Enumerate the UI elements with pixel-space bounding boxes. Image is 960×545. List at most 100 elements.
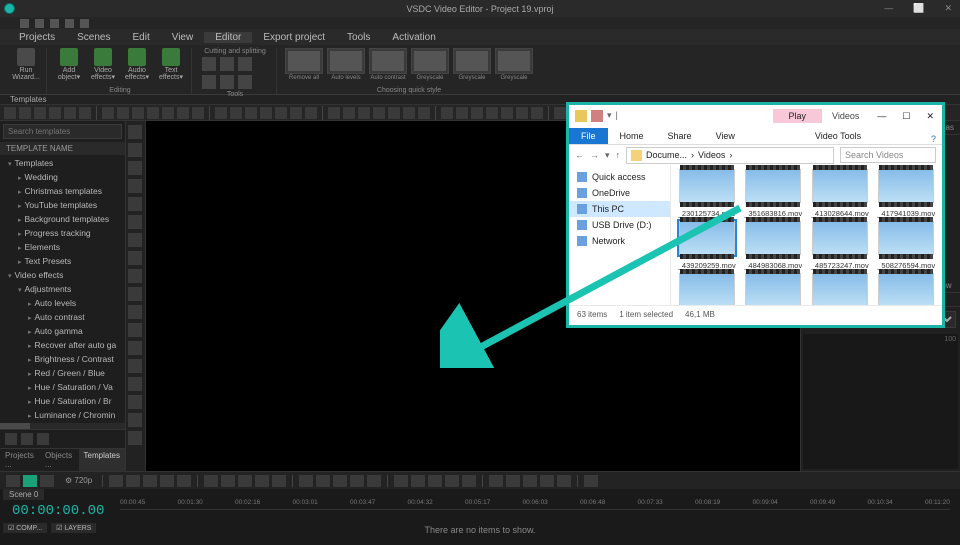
scene-tab[interactable]: Scene 0 xyxy=(3,489,44,500)
tree-node[interactable]: Background templates xyxy=(0,213,125,227)
qa-icon[interactable] xyxy=(80,19,89,28)
toolbar-icon[interactable] xyxy=(531,107,543,119)
tree-node[interactable]: Hue / Saturation / Br xyxy=(0,395,125,409)
timeline-ruler[interactable]: 00:00:4500:01:3000:02:1600:03:0100:03:47… xyxy=(120,499,950,510)
nav-network[interactable]: Network xyxy=(569,233,670,249)
toolbar-icon[interactable] xyxy=(343,107,355,119)
vtool-icon[interactable] xyxy=(128,323,142,337)
menu-scenes[interactable]: Scenes xyxy=(66,32,121,43)
vtool-icon[interactable] xyxy=(128,197,142,211)
toolbar-icon[interactable] xyxy=(516,107,528,119)
toolbar-icon[interactable] xyxy=(162,107,174,119)
file-tab[interactable]: File xyxy=(569,128,608,144)
toolbar-icon[interactable] xyxy=(456,107,468,119)
toolbar-icon[interactable] xyxy=(486,107,498,119)
explorer-titlebar[interactable]: ▾| Play Videos — ☐ ✕ xyxy=(569,105,942,127)
tool-icon[interactable] xyxy=(238,75,252,89)
menu-edit[interactable]: Edit xyxy=(121,32,160,43)
tool-icon[interactable] xyxy=(220,75,234,89)
file-item[interactable]: _485723247.mov xyxy=(808,221,872,270)
toolbar-icon[interactable] xyxy=(373,107,385,119)
file-item[interactable]: _413028644.mov xyxy=(808,169,872,218)
vtool-icon[interactable] xyxy=(128,359,142,373)
playback-control[interactable] xyxy=(540,475,554,487)
style-preset[interactable]: Remove all xyxy=(285,48,323,81)
playback-control[interactable] xyxy=(394,475,408,487)
playback-control[interactable] xyxy=(584,475,598,487)
tree-node[interactable]: YouTube templates xyxy=(0,199,125,213)
toolbar-icon[interactable] xyxy=(471,107,483,119)
playback-control[interactable] xyxy=(350,475,364,487)
vtool-icon[interactable] xyxy=(128,341,142,355)
video-tools-tab[interactable]: Video Tools xyxy=(807,128,869,144)
toolbar-icon[interactable] xyxy=(19,107,31,119)
toolbar-icon[interactable] xyxy=(418,107,430,119)
playback-control[interactable] xyxy=(333,475,347,487)
tree-node[interactable]: Luminance / Chromin xyxy=(0,409,125,423)
minimize-button[interactable]: — xyxy=(878,3,899,14)
tool-icon[interactable] xyxy=(238,57,252,71)
menu-export[interactable]: Export project xyxy=(252,32,336,43)
sidebar-tab[interactable]: Projects ... xyxy=(0,449,40,471)
vtool-icon[interactable] xyxy=(128,377,142,391)
menu-projects[interactable]: Projects xyxy=(8,32,66,43)
track-tab[interactable]: ☑ LAYERS xyxy=(51,523,96,533)
style-preset[interactable]: Auto contrast xyxy=(369,48,407,81)
tool-icon[interactable] xyxy=(220,57,234,71)
tree-node[interactable]: Progress tracking xyxy=(0,227,125,241)
toolbar-icon[interactable] xyxy=(403,107,415,119)
toolbar-icon[interactable] xyxy=(64,107,76,119)
toolbar-icon[interactable] xyxy=(388,107,400,119)
toolbar-icon[interactable] xyxy=(501,107,513,119)
qa-icon[interactable] xyxy=(591,110,603,122)
playback-control[interactable] xyxy=(238,475,252,487)
playback-control[interactable] xyxy=(177,475,191,487)
playback-control[interactable] xyxy=(204,475,218,487)
toolbar-icon[interactable] xyxy=(192,107,204,119)
toolbar-icon[interactable] xyxy=(4,107,16,119)
toolbar-icon[interactable] xyxy=(132,107,144,119)
playback-control[interactable] xyxy=(367,475,381,487)
playback-control[interactable] xyxy=(411,475,425,487)
toolbar-icon[interactable] xyxy=(215,107,227,119)
toolbar-icon[interactable] xyxy=(305,107,317,119)
playback-control[interactable] xyxy=(299,475,313,487)
resolution-label[interactable]: ⚙ 720p xyxy=(61,476,96,485)
file-item[interactable]: _439209259.mov xyxy=(675,221,739,270)
tree-node[interactable]: Auto contrast xyxy=(0,311,125,325)
playback-control[interactable] xyxy=(272,475,286,487)
toolbar-icon[interactable] xyxy=(177,107,189,119)
home-tab[interactable]: Home xyxy=(608,128,656,144)
vtool-icon[interactable] xyxy=(128,395,142,409)
sidebar-tab[interactable]: Objects ... xyxy=(40,449,79,471)
templates-tab[interactable]: Templates xyxy=(4,95,52,104)
play-context-tab[interactable]: Play xyxy=(773,109,823,123)
file-item[interactable]: _417941039.mov xyxy=(875,169,939,218)
record-button[interactable] xyxy=(6,475,20,487)
playback-control[interactable] xyxy=(160,475,174,487)
toolbar-icon[interactable] xyxy=(275,107,287,119)
toolbar-icon[interactable] xyxy=(49,107,61,119)
vtool-icon[interactable] xyxy=(128,161,142,175)
toolbar-icon[interactable] xyxy=(441,107,453,119)
tree-node[interactable]: Brightness / Contrast xyxy=(0,353,125,367)
toolbar-icon[interactable] xyxy=(147,107,159,119)
nav-onedrive[interactable]: OneDrive xyxy=(569,185,670,201)
file-item[interactable]: _351683816.mov xyxy=(742,169,806,218)
action-icon[interactable] xyxy=(37,433,49,445)
vtool-icon[interactable] xyxy=(128,413,142,427)
menu-view[interactable]: View xyxy=(161,32,205,43)
menu-editor[interactable]: Editor xyxy=(204,32,252,43)
tree-node[interactable]: Christmas templates xyxy=(0,185,125,199)
tree-node[interactable]: Hue / Saturation / Va xyxy=(0,381,125,395)
tool-icon[interactable] xyxy=(202,75,216,89)
tree-node[interactable]: Wedding xyxy=(0,171,125,185)
tool-icon[interactable] xyxy=(202,57,216,71)
action-icon[interactable] xyxy=(5,433,17,445)
playback-control[interactable] xyxy=(221,475,235,487)
tree-node[interactable]: Elements xyxy=(0,241,125,255)
playback-control[interactable] xyxy=(445,475,459,487)
vtool-icon[interactable] xyxy=(128,305,142,319)
playback-control[interactable] xyxy=(462,475,476,487)
ribbon-button[interactable]: Audio effects▾ xyxy=(123,48,151,81)
